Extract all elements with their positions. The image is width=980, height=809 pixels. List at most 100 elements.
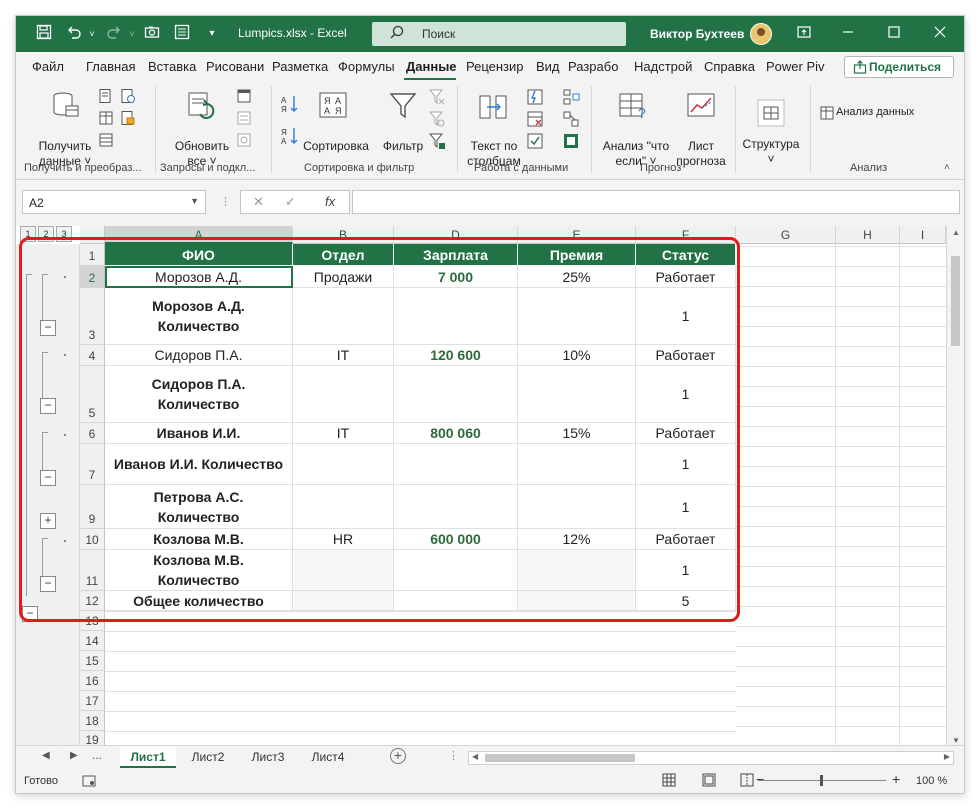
zoom-in-icon[interactable]: + [892,771,900,787]
camera-icon[interactable] [142,24,162,44]
col-header-g[interactable]: G [736,226,836,244]
reapply-icon[interactable] [428,110,446,128]
filter-label[interactable]: Фильтр [380,139,426,154]
outline-structure-icon[interactable] [756,98,786,128]
redo-icon[interactable] [104,24,124,44]
relationships-icon[interactable] [562,110,580,128]
recent-sources-icon[interactable] [120,110,136,126]
redo-dropdown-icon[interactable]: ˅ [122,24,142,44]
avatar[interactable] [750,23,772,45]
sheet-tab-1[interactable]: Лист1 [120,746,176,768]
tab-addins[interactable]: Надстрой [634,59,696,74]
tab-power-pivot[interactable]: Power Piv [766,59,828,74]
scrollbar-thumb[interactable] [951,256,960,346]
prev-sheet-icon[interactable]: ◀ [42,750,50,761]
properties-icon[interactable] [236,110,252,126]
from-web-icon[interactable] [120,88,136,104]
text-to-columns-icon[interactable] [478,92,508,122]
row-header[interactable]: 17 [80,691,105,711]
more-options-icon[interactable]: ⋮ [220,195,231,208]
remove-duplicates-icon[interactable] [526,110,544,128]
get-data-icon[interactable] [50,90,80,120]
undo-icon[interactable] [64,24,84,44]
from-table-icon[interactable] [98,110,114,126]
row-header[interactable]: 15 [80,651,105,671]
sort-za-icon[interactable]: ЯA [280,126,300,146]
sort-az-icon[interactable]: AЯ [280,94,300,114]
customize-toolbar-icon[interactable]: ▾ [202,24,222,44]
add-sheet-icon[interactable]: + [390,748,406,764]
forecast-sheet-icon[interactable] [686,90,718,122]
tab-page-layout[interactable]: Разметка [272,59,330,74]
advanced-filter-icon[interactable] [428,132,446,150]
row-header[interactable]: 18 [80,711,105,731]
undo-dropdown-icon[interactable]: ˅ [82,24,102,44]
name-box[interactable]: A2 ▼ [22,190,206,214]
tab-draw[interactable]: Рисовани [206,59,264,74]
flash-fill-icon[interactable] [526,88,544,106]
tab-home[interactable]: Главная [86,59,142,74]
scrollbar-thumb[interactable] [485,754,635,762]
data-validation-icon[interactable] [526,132,544,150]
formula-input[interactable] [352,190,960,214]
collapse-ribbon-icon[interactable]: ˄ [944,162,950,173]
zoom-level[interactable]: 100 % [916,775,947,787]
more-sheets-icon[interactable]: ... [92,748,102,762]
minimize-icon[interactable] [838,24,858,44]
what-if-analysis-icon[interactable]: ? [618,90,650,122]
next-sheet-icon[interactable]: ▶ [70,750,78,761]
zoom-slider-thumb[interactable] [820,775,823,786]
close-icon[interactable] [930,24,950,44]
scroll-up-icon[interactable]: ▲ [952,228,960,237]
refresh-all-icon[interactable] [186,90,218,122]
insert-function-icon[interactable]: fx [325,194,335,209]
row-header[interactable]: 14 [80,631,105,651]
confirm-entry-icon[interactable]: ✓ [285,194,296,210]
search-box[interactable]: Поиск [372,22,626,46]
tab-file[interactable]: Файл [32,59,72,74]
filter-icon[interactable] [388,90,418,120]
data-analysis-label[interactable]: Анализ данных [836,105,914,120]
tab-view[interactable]: Вид [536,59,562,74]
maximize-icon[interactable] [884,24,904,44]
normal-view-icon[interactable] [662,773,676,790]
tab-data[interactable]: Данные [406,59,458,74]
ribbon-display-options-icon[interactable] [794,24,814,44]
col-header-h[interactable]: H [836,226,900,244]
scroll-down-icon[interactable]: ▼ [952,736,960,745]
tab-insert[interactable]: Вставка [148,59,204,74]
tab-help[interactable]: Справка [704,59,760,74]
zoom-out-icon[interactable]: − [756,771,764,787]
form-icon[interactable] [172,24,192,44]
sort-icon[interactable]: Я AA Я [318,90,348,120]
tab-formulas[interactable]: Формулы [338,59,398,74]
clear-filter-icon[interactable] [428,88,446,106]
cancel-entry-icon[interactable]: ✕ [253,194,264,210]
data-model-icon[interactable] [562,132,580,150]
data-analysis-icon[interactable] [820,106,834,120]
consolidate-icon[interactable] [562,88,580,106]
from-text-icon[interactable] [98,88,114,104]
sort-label[interactable]: Сортировка [300,139,372,154]
horizontal-scrollbar[interactable]: ◀ ▶ [468,751,954,765]
page-layout-view-icon[interactable] [702,773,716,790]
col-header-i[interactable]: I [900,226,946,244]
share-button[interactable]: Поделиться [844,56,954,78]
user-name[interactable]: Виктор Бухтеев [650,27,744,41]
sheet-tab-3[interactable]: Лист3 [242,746,294,768]
empty-cells-area[interactable] [736,244,946,750]
empty-cells-area[interactable] [105,611,736,750]
queries-connections-icon[interactable] [236,88,252,104]
chevron-down-icon[interactable]: ▼ [190,196,199,206]
outline-structure-label[interactable]: Структура ˅ [738,137,804,167]
macro-record-icon[interactable] [82,775,96,790]
scroll-right-icon[interactable]: ▶ [944,752,950,761]
existing-connections-icon[interactable] [98,132,114,148]
page-break-view-icon[interactable] [740,773,754,790]
edit-links-icon[interactable] [236,132,252,148]
save-icon[interactable] [34,24,54,44]
row-header[interactable]: 16 [80,671,105,691]
tab-review[interactable]: Рецензир [466,59,524,74]
sheet-tab-2[interactable]: Лист2 [182,746,234,768]
tab-split-handle[interactable]: ⋮ [448,749,459,762]
